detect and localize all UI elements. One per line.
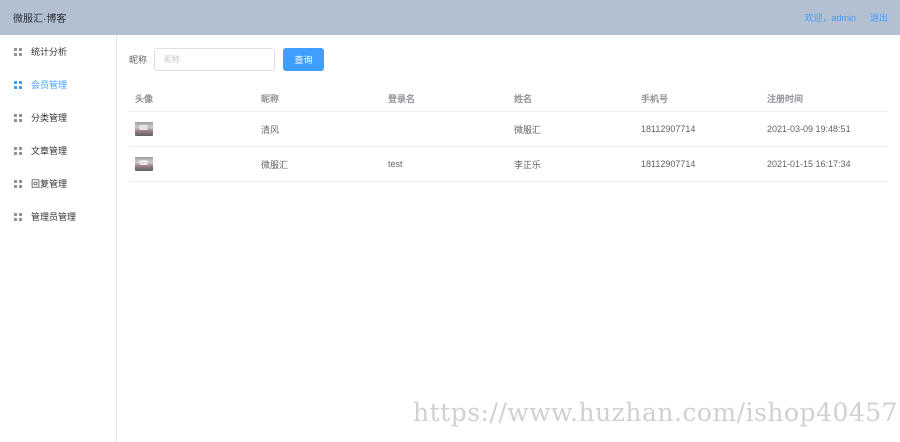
column-header-avatar: 头像 (135, 93, 154, 104)
sidebar-item-label: 文章管理 (31, 146, 68, 156)
grid-icon (14, 212, 22, 221)
sidebar-item-label: 回复管理 (31, 179, 68, 189)
sidebar-item-admins[interactable]: 管理员管理 (0, 200, 116, 233)
sidebar-item-members[interactable]: 会员管理 (0, 68, 116, 101)
cell-nickname: 微服汇 (261, 159, 289, 170)
table-row: 清风 微服汇 18112907714 2021-03-09 19:48:51 (129, 112, 888, 147)
sidebar-item-label: 会员管理 (31, 80, 68, 90)
top-header: 微服汇·博客 欢迎，admin 退出 (0, 0, 900, 35)
watermark-text: https://www.huzhan.com/ishop40457 (413, 398, 899, 427)
sidebar-item-replies[interactable]: 回复管理 (0, 167, 116, 200)
sidebar-item-statistics[interactable]: 统计分析 (0, 35, 116, 68)
column-header-phone: 手机号 (641, 93, 669, 104)
cell-phone: 18112907714 (641, 159, 696, 169)
column-header-name: 姓名 (514, 93, 533, 104)
column-header-registered: 注册时间 (767, 93, 804, 104)
cell-phone: 18112907714 (641, 124, 696, 134)
sidebar-item-label: 统计分析 (31, 47, 68, 57)
table-row: 微服汇 test 李正乐 18112907714 2021-01-15 16:1… (129, 147, 888, 182)
cell-name: 微服汇 (514, 124, 542, 135)
main-content: 昵称 查询 头像 昵称 登录名 姓名 手机号 注册时间 清风 微服汇 18112… (117, 35, 900, 442)
avatar (135, 122, 153, 136)
search-form: 昵称 查询 (129, 48, 325, 71)
sidebar-item-label: 管理员管理 (31, 212, 77, 222)
search-button[interactable]: 查询 (283, 48, 325, 71)
table-header-row: 头像 昵称 登录名 姓名 手机号 注册时间 (129, 85, 888, 112)
column-header-login: 登录名 (388, 93, 416, 104)
cell-login: test (388, 159, 403, 169)
grid-icon (14, 146, 22, 155)
logout-link[interactable]: 退出 (870, 11, 888, 24)
cell-registered: 2021-03-09 19:48:51 (767, 124, 851, 134)
cell-name: 李正乐 (514, 159, 542, 170)
avatar (135, 157, 153, 171)
grid-icon (14, 179, 22, 188)
grid-icon (14, 80, 22, 89)
grid-icon (14, 47, 22, 56)
grid-icon (14, 113, 22, 122)
column-header-nickname: 昵称 (261, 93, 280, 104)
sidebar-item-label: 分类管理 (31, 113, 68, 123)
app-title: 微服汇·博客 (13, 14, 67, 25)
sidebar-menu: 统计分析 会员管理 分类管理 文章管理 回复管理 管理员管理 (0, 35, 117, 442)
cell-registered: 2021-01-15 16:17:34 (767, 159, 851, 169)
sidebar-item-articles[interactable]: 文章管理 (0, 134, 116, 167)
welcome-user-link[interactable]: 欢迎，admin (804, 11, 856, 24)
nickname-search-input[interactable] (154, 48, 276, 71)
nickname-label: 昵称 (129, 55, 148, 65)
cell-nickname: 清风 (261, 124, 280, 135)
sidebar-item-categories[interactable]: 分类管理 (0, 101, 116, 134)
members-table: 头像 昵称 登录名 姓名 手机号 注册时间 清风 微服汇 18112907714… (129, 85, 888, 182)
header-user-area: 欢迎，admin 退出 (804, 11, 888, 24)
